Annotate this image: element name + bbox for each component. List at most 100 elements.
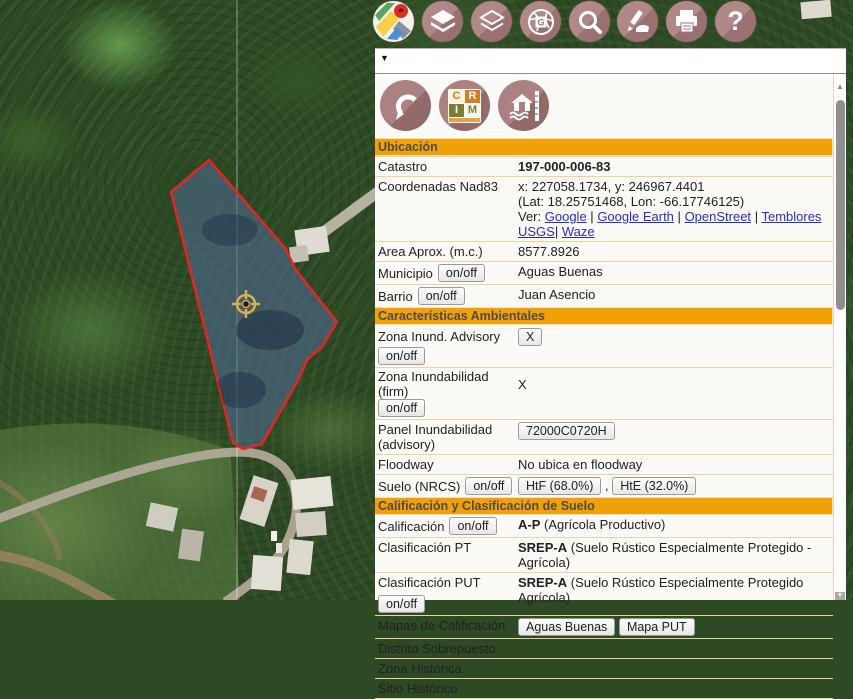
layers-outline-button[interactable] <box>471 1 512 42</box>
building-roof <box>251 555 283 591</box>
row-sitio-historico: Sitio Histórico <box>375 678 833 699</box>
municipio-toggle-button[interactable]: on/off <box>438 264 485 282</box>
calificacion-value: A-P (Agrícola Productivo) <box>518 517 833 532</box>
municipio-label: Municipio <box>378 266 433 281</box>
calificacion-toggle-button[interactable]: on/off <box>449 517 496 535</box>
help-button[interactable]: ? <box>715 1 756 42</box>
car <box>271 531 277 541</box>
suelo-label: Suelo (NRCS) <box>378 479 460 494</box>
scrollbar-thumb[interactable] <box>836 100 845 310</box>
crim-letter-c: C <box>449 90 464 103</box>
layers-button[interactable] <box>422 1 463 42</box>
row-barrio: Barrio on/off Juan Asencio <box>375 284 833 307</box>
panel-icon-row: C R I M <box>380 80 549 131</box>
row-distrito: Distrito Sobrepuesto <box>375 638 833 658</box>
coordenadas-latlon: (Lat: 18.25751468, Lon: -66.17746125) <box>518 194 833 209</box>
link-openstreet[interactable]: OpenStreet <box>685 209 752 224</box>
building-roof <box>240 475 279 527</box>
zona-firm-label: Zona Inundabilidad (firm) <box>378 369 518 399</box>
panel-inund-button[interactable]: 72000C0720H <box>518 422 615 440</box>
zona-advisory-x-button[interactable]: X <box>518 328 542 346</box>
flood-info-button[interactable] <box>498 80 549 131</box>
crim-button[interactable]: C R I M <box>439 80 490 131</box>
link-separator: | <box>590 209 593 224</box>
print-button[interactable] <box>666 1 707 42</box>
coordenadas-xy: x: 227058.1734, y: 246967.4401 <box>518 179 833 194</box>
pencil-draw-icon <box>624 8 651 35</box>
crim-letter-i: I <box>449 104 464 117</box>
zona-firm-toggle-button[interactable]: on/off <box>378 399 425 417</box>
panel-inund-value: 72000C0720H <box>518 422 833 440</box>
panel-scrollbar[interactable]: ▲ ▼ <box>833 74 846 600</box>
suelo-hte-button[interactable]: HtE (32.0%) <box>612 477 696 495</box>
draw-button[interactable] <box>617 1 658 42</box>
search-button[interactable] <box>569 1 610 42</box>
collapse-arrow[interactable]: ▼ <box>380 53 389 63</box>
car <box>276 543 282 553</box>
google-maps-button[interactable] <box>373 1 414 42</box>
svg-text:G: G <box>537 17 544 27</box>
floodway-label: Floodway <box>378 457 518 472</box>
area-value: 8577.8926 <box>518 244 833 259</box>
info-panel: C R I M Ubicación Catastro <box>375 74 846 600</box>
calificacion-code: A-P <box>518 517 540 532</box>
link-waze[interactable]: Waze <box>562 224 595 239</box>
municipio-value: Aguas Buenas <box>518 264 833 279</box>
catastro-label: Catastro <box>378 159 518 174</box>
row-panel-inund: Panel Inundabilidad (advisory) 72000C072… <box>375 419 833 454</box>
barrio-label: Barrio <box>378 289 413 304</box>
pan-tool-button[interactable] <box>380 80 431 131</box>
printer-icon <box>673 8 700 35</box>
coordenadas-links: Ver: Google | Google Earth | OpenStreet … <box>518 209 833 239</box>
building-roof <box>291 476 334 510</box>
calificacion-label: Calificación <box>378 519 444 534</box>
row-floodway: Floodway No ubica en floodway <box>375 454 833 474</box>
suelo-label-cell: Suelo (NRCS) on/off <box>378 477 518 495</box>
suelo-htf-button[interactable]: HtF (68.0%) <box>518 477 601 495</box>
flood-house-icon <box>507 89 541 123</box>
calificacion-label-cell: Calificación on/off <box>378 517 518 535</box>
link-separator: | <box>755 209 758 224</box>
panel-inund-label-line1: Panel Inundabilidad <box>378 422 518 437</box>
scrollbar-up-arrow[interactable]: ▲ <box>836 82 844 91</box>
distrito-label: Distrito Sobrepuesto <box>378 641 518 656</box>
row-catastro: Catastro 197-000-006-83 <box>375 156 833 176</box>
crim-logo: C R I M <box>448 89 481 123</box>
section-ubicacion: Ubicación <box>375 138 833 156</box>
globe-gis-button[interactable]: G <box>520 1 561 42</box>
row-area: Area Aprox. (m.c.) 8577.8926 <box>375 241 833 261</box>
panel-inund-label-line2: (advisory) <box>378 437 518 452</box>
panel-topbar: ▼ <box>375 48 846 74</box>
scrollbar-down-arrow[interactable]: ▼ <box>835 592 845 600</box>
row-clasificacion-put: Clasificación PUT on/off SREP-A (Suelo R… <box>375 572 833 615</box>
barrio-label-cell: Barrio on/off <box>378 287 518 305</box>
barrio-toggle-button[interactable]: on/off <box>418 287 465 305</box>
attribute-table: Ubicación Catastro 197-000-006-83 Coorde… <box>375 138 833 699</box>
mapas-value: Aguas Buenas Mapa PUT <box>518 618 833 636</box>
layers-outline-icon <box>479 9 505 35</box>
building-roof <box>800 0 831 19</box>
link-google-earth[interactable]: Google Earth <box>597 209 674 224</box>
suelo-value: HtF (68.0%) , HtE (32.0%) <box>518 477 833 495</box>
mapas-mapa-put-button[interactable]: Mapa PUT <box>619 618 695 636</box>
mapas-aguas-buenas-button[interactable]: Aguas Buenas <box>518 618 615 636</box>
circular-arrow-icon <box>390 90 422 122</box>
crim-letter-r: R <box>465 90 480 103</box>
row-zona-historica: Zona Histórica <box>375 658 833 678</box>
globe-icon: G <box>527 8 555 36</box>
clasificacion-put-code: SREP-A <box>518 575 567 590</box>
clasificacion-pt-label: Clasificación PT <box>378 540 518 555</box>
clasificacion-put-toggle-button[interactable]: on/off <box>378 595 425 613</box>
row-zona-firm: Zona Inundabilidad (firm) X on/off <box>375 367 833 419</box>
link-separator: | <box>555 224 558 239</box>
mapas-label: Mapas de Calificación <box>378 618 518 633</box>
suelo-toggle-button[interactable]: on/off <box>465 477 512 495</box>
sitio-historico-label: Sitio Histórico <box>378 681 518 696</box>
layers-icon <box>430 9 456 35</box>
zona-advisory-label: Zona Inund. Advisory <box>378 329 518 344</box>
link-google[interactable]: Google <box>545 209 587 224</box>
zona-advisory-toggle-button[interactable]: on/off <box>378 347 425 365</box>
section-ambientales: Características Ambientales <box>375 307 833 325</box>
crim-caption-bar <box>449 118 480 122</box>
panel-inund-label: Panel Inundabilidad (advisory) <box>378 422 518 452</box>
